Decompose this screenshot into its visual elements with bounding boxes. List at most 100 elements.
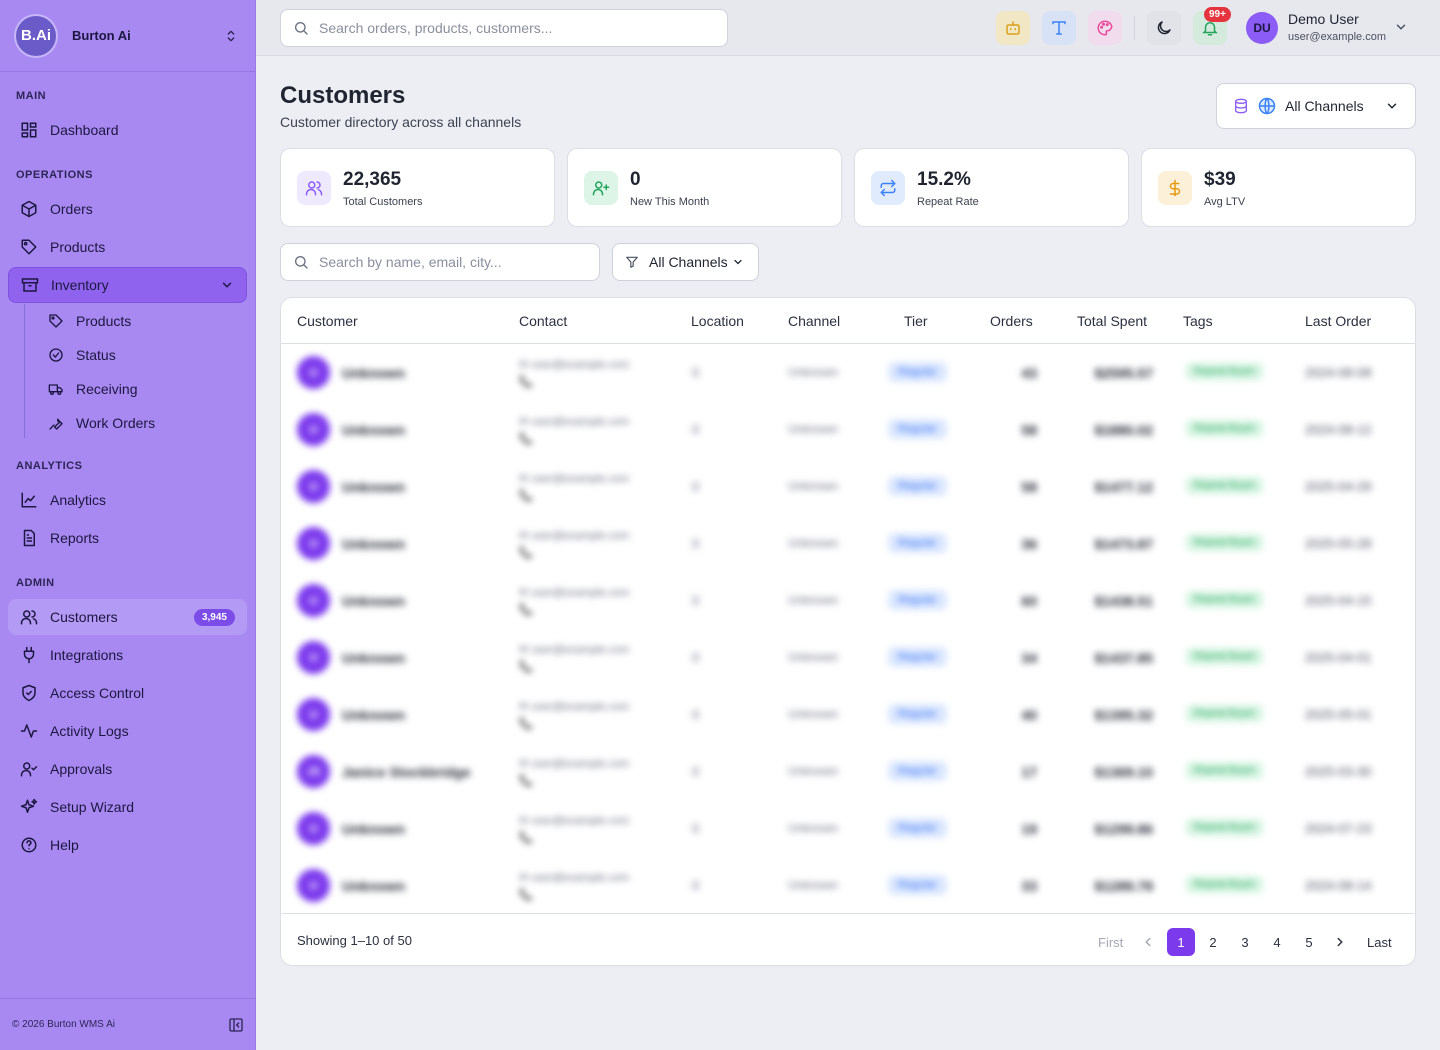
table-row[interactable]: U Unknown ✉ user@example.com 📞 0 Unknown… [281,686,1415,743]
truck-icon [48,384,63,395]
customer-name[interactable]: Unknown [342,479,405,495]
chevron-down-icon[interactable] [1394,20,1408,34]
sidebar-subitem-label: Receiving [76,381,138,397]
pagination-page-3[interactable]: 3 [1231,928,1259,956]
theme-palette-button[interactable] [1088,11,1122,45]
customer-last-order: 2024-08-12 [1305,422,1372,437]
pagination-last[interactable]: Last [1367,928,1392,956]
pagination-first[interactable]: First [1098,928,1123,956]
avatar: U [297,584,330,617]
table-row[interactable]: U Unknown ✉ user@example.com 📞 0 Unknown… [281,857,1415,914]
customer-phone: 📞 [519,490,533,502]
sidebar-subitem-receiving[interactable]: Receiving [36,374,236,404]
column-header-location[interactable]: Location [691,313,744,329]
column-header-contact[interactable]: Contact [519,313,567,329]
customer-total-spent: $1395.32 [1094,707,1153,723]
chevron-up-down-icon[interactable] [223,28,239,44]
chevron-left-icon [1145,937,1151,947]
table-row[interactable]: U Unknown ✉ user@example.com 📞 0 Unknown… [281,344,1415,401]
section-label-main: MAIN [16,90,47,102]
customer-name[interactable]: Unknown [342,422,405,438]
table-row[interactable]: U Unknown ✉ user@example.com 📞 0 Unknown… [281,629,1415,686]
sidebar-item-label: Approvals [50,761,113,777]
column-header-customer[interactable]: Customer [297,313,358,329]
sidebar-subitem-work-orders[interactable]: Work Orders [36,408,236,438]
customer-email: ✉ user@example.com [519,758,630,770]
column-header-tags[interactable]: Tags [1183,313,1213,329]
pagination-page-4[interactable]: 4 [1263,928,1291,956]
customer-name[interactable]: Unknown [342,365,405,381]
column-header-total-spent[interactable]: Total Spent [1077,313,1147,329]
table-row[interactable]: U Unknown ✉ user@example.com 📞 0 Unknown… [281,458,1415,515]
sidebar-subitem-label: Work Orders [76,415,156,431]
sidebar-item-inventory[interactable]: Inventory [8,267,247,303]
customer-name[interactable]: Unknown [342,878,405,894]
brand-name: Burton Ai [72,28,131,43]
customer-channel: Unknown [788,878,839,892]
user-avatar[interactable]: DU [1246,12,1278,44]
sidebar-item-analytics[interactable]: Analytics [8,482,247,518]
customer-total-spent: $1477.12 [1094,479,1153,495]
pagination-page-5[interactable]: 5 [1295,928,1323,956]
customer-name[interactable]: Unknown [342,593,405,609]
brand-header[interactable]: B.Ai Burton Ai [0,0,255,72]
sidebar-item-reports[interactable]: Reports [8,520,247,556]
sidebar-item-access-control[interactable]: Access Control [8,675,247,711]
page-title: Customers [280,82,406,109]
sidebar-item-customers[interactable]: Customers 3,945 [8,599,247,635]
customer-name[interactable]: Unknown [342,821,405,837]
customer-phone: 📞 [519,376,533,388]
sidebar-subitem-products[interactable]: Products [36,306,236,336]
dark-mode-toggle[interactable] [1147,11,1181,45]
global-search-input[interactable] [319,20,699,36]
submenu-guide-line [24,304,25,438]
customer-location: 0 [692,422,700,437]
sidebar-item-products[interactable]: Products [8,229,247,265]
sidebar-item-help[interactable]: Help [8,827,247,863]
typography-button[interactable] [1042,11,1076,45]
table-header: Customer Contact Location Channel Tier O… [281,298,1415,344]
column-header-tier[interactable]: Tier [904,313,928,329]
sidebar-item-activity-logs[interactable]: Activity Logs [8,713,247,749]
tier-badge: Regular [888,419,947,439]
table-row[interactable]: U Unknown ✉ user@example.com 📞 0 Unknown… [281,515,1415,572]
channel-select[interactable]: All Channels [1216,83,1416,129]
table-row[interactable]: U Unknown ✉ user@example.com 📞 0 Unknown… [281,572,1415,629]
customer-channel: Unknown [788,479,839,493]
global-search[interactable] [280,9,728,47]
customer-location: 0 [692,536,700,551]
channel-filter-button[interactable]: All Channels [612,243,759,281]
customer-orders: 36 [1021,536,1037,552]
sidebar-subitem-status[interactable]: Status [36,340,236,370]
customer-name[interactable]: Janice Stockbridge [342,764,470,780]
pagination-page-1[interactable]: 1 [1167,928,1195,956]
column-header-orders[interactable]: Orders [990,313,1033,329]
sidebar-item-label: Integrations [50,647,124,663]
user-name[interactable]: Demo User [1288,11,1359,27]
customer-name[interactable]: Unknown [342,536,405,552]
sidebar-item-integrations[interactable]: Integrations [8,637,247,673]
customer-orders: 58 [1021,422,1037,438]
customer-location: 0 [692,365,700,380]
panel-collapse-icon[interactable] [228,1017,244,1033]
sidebar-item-setup-wizard[interactable]: Setup Wizard [8,789,247,825]
customer-search[interactable] [280,243,600,281]
customer-name[interactable]: Unknown [342,707,405,723]
sidebar-item-dashboard[interactable]: Dashboard [8,112,247,148]
pagination-next[interactable] [1328,928,1352,956]
tag-badge: Repeat Buyer [1186,876,1264,893]
table-row[interactable]: U Unknown ✉ user@example.com 📞 0 Unknown… [281,401,1415,458]
sidebar-item-orders[interactable]: Orders [8,191,247,227]
pagination-page-2[interactable]: 2 [1199,928,1227,956]
customer-total-spent: $1299.86 [1094,821,1153,837]
sidebar-item-approvals[interactable]: Approvals [8,751,247,787]
table-row[interactable]: U Unknown ✉ user@example.com 📞 0 Unknown… [281,800,1415,857]
pagination-prev[interactable] [1136,928,1160,956]
column-header-last-order[interactable]: Last Order [1305,313,1371,329]
ai-assistant-button[interactable] [996,11,1030,45]
table-row[interactable]: JS Janice Stockbridge ✉ user@example.com… [281,743,1415,800]
sidebar-item-label: Help [50,837,79,853]
column-header-channel[interactable]: Channel [788,313,840,329]
customer-search-input[interactable] [319,254,579,270]
customer-name[interactable]: Unknown [342,650,405,666]
